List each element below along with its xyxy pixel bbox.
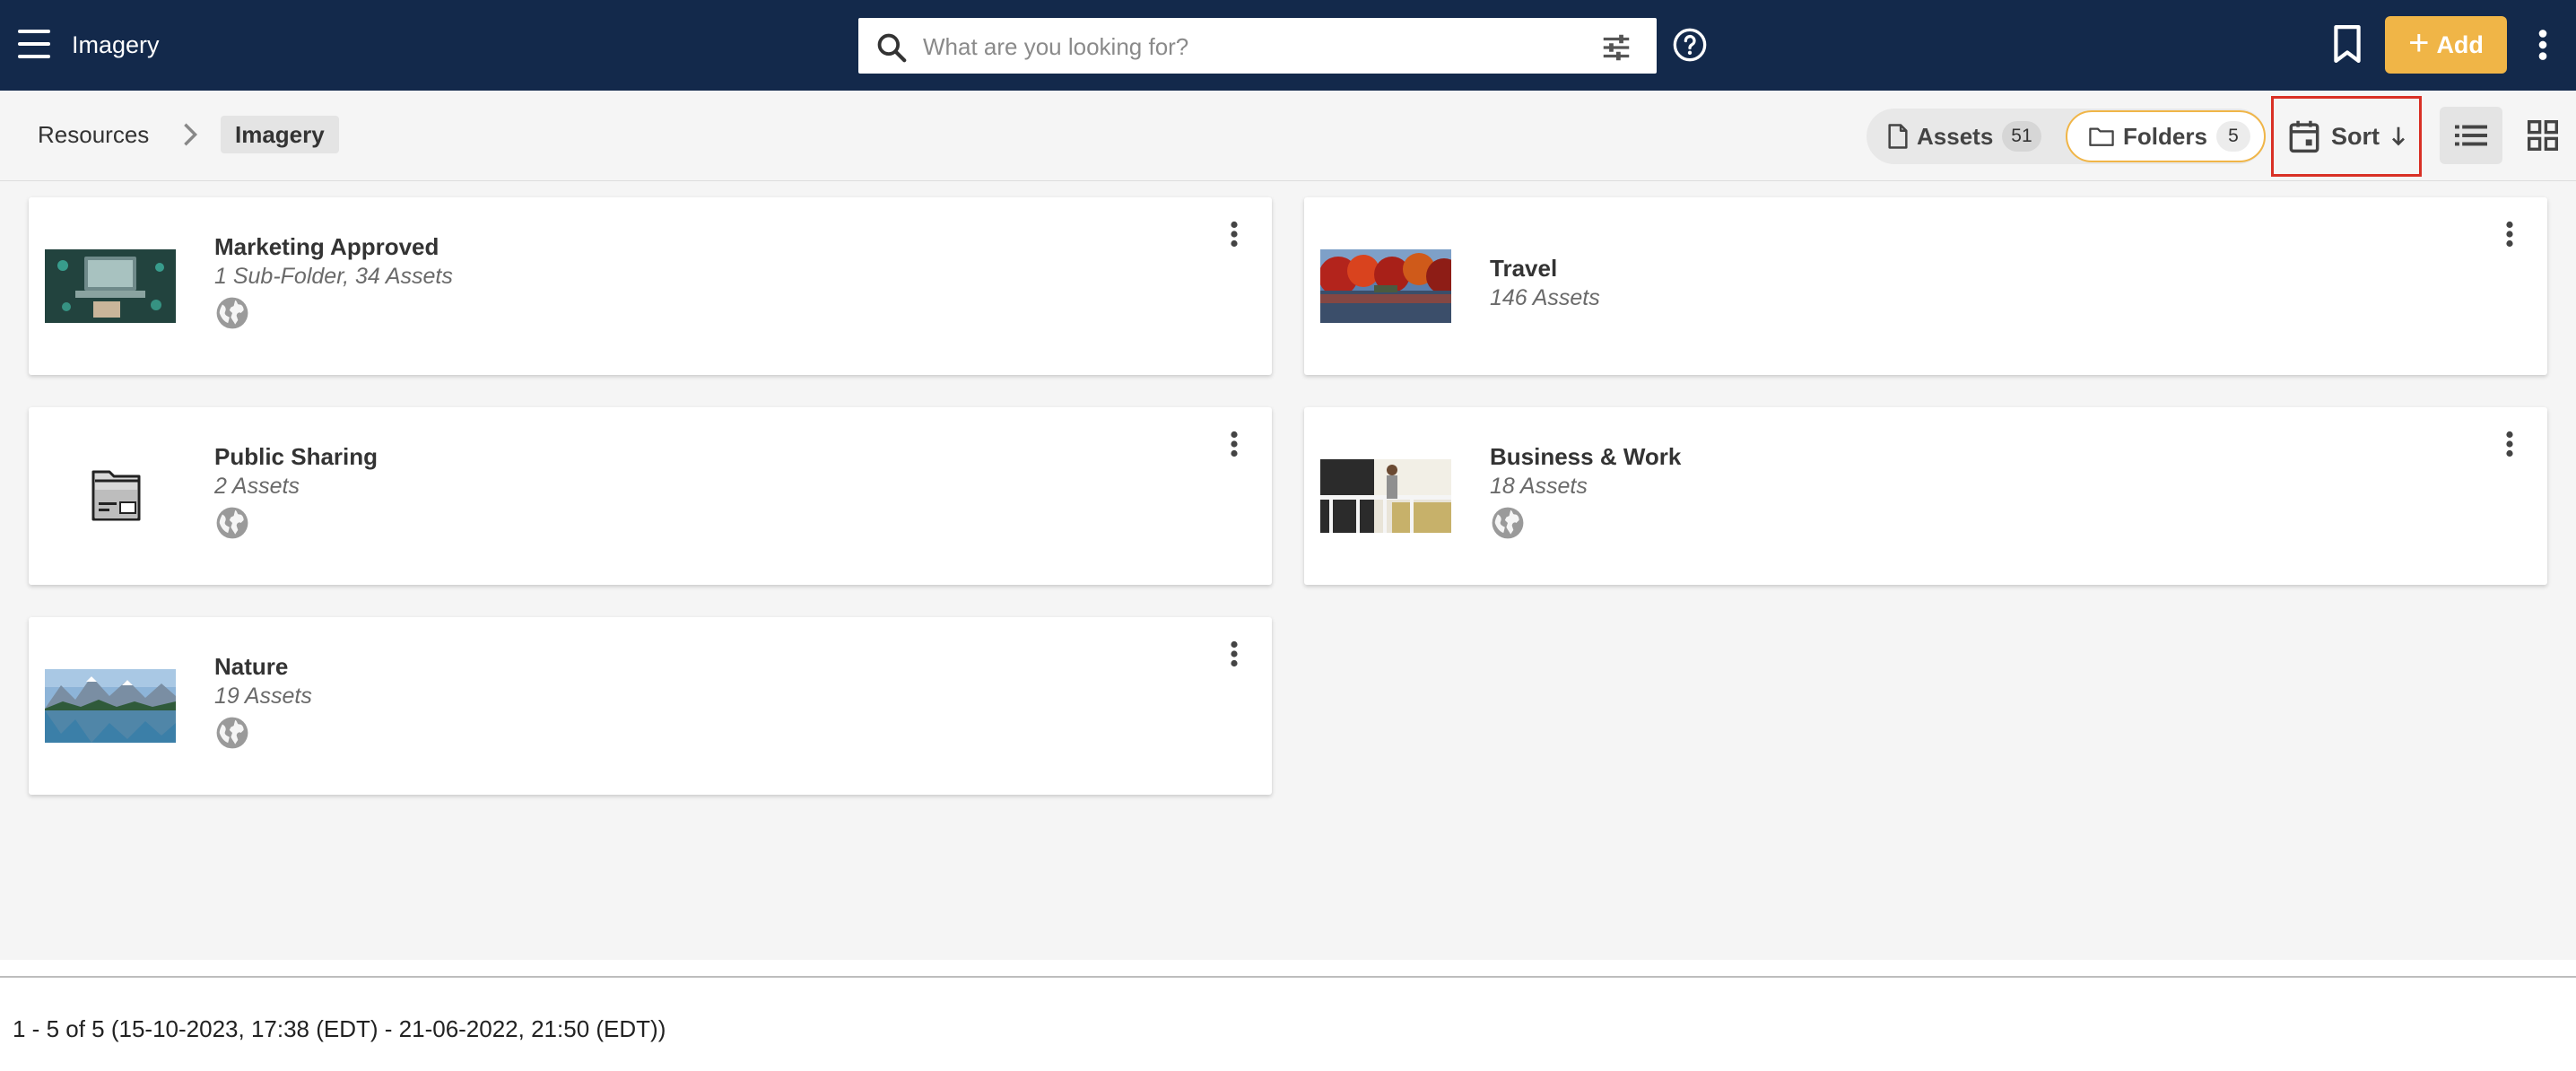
folder-card-marketing-approved[interactable]: Marketing Approved 1 Sub-Folder, 34 Asse… [29,197,1272,375]
assets-folders-toggle: Assets 51 Folders 5 [1867,109,2266,164]
filter-tune-icon[interactable] [1599,30,1633,65]
search-input[interactable] [923,29,1551,65]
folder-meta: 18 Assets [1490,474,1588,499]
folder-name[interactable]: Marketing Approved [214,233,439,261]
footer-divider [0,976,2576,978]
globe-icon [216,717,248,749]
sort-button[interactable]: Sort [2271,96,2422,177]
more-options-icon[interactable] [2504,221,2515,248]
more-options-icon[interactable] [1229,431,1240,457]
sort-label: Sort [2331,122,2380,150]
folder-thumbnail [1320,249,1451,323]
search-bar [857,16,1658,75]
sub-header: Resources Imagery Assets 51 Folders 5 So… [0,91,2576,181]
more-options-icon[interactable] [1229,221,1240,248]
more-options-icon[interactable] [2504,431,2515,457]
list-view-button[interactable] [2440,107,2502,164]
folder-meta: 1 Sub-Folder, 34 Assets [214,264,453,289]
globe-icon [216,297,248,329]
list-view-icon [2455,125,2487,146]
help-icon[interactable] [1672,27,1708,63]
folder-meta: 2 Assets [214,474,300,499]
folder-card-nature[interactable]: Nature 19 Assets [29,617,1272,795]
folder-card-business-work[interactable]: Business & Work 18 Assets [1304,407,2547,585]
folders-count-badge: 5 [2215,121,2250,152]
folder-thumbnail [1320,459,1451,533]
assets-count-badge: 51 [2002,121,2041,152]
folder-card-travel[interactable]: Travel 146 Assets [1304,197,2547,375]
more-options-icon[interactable] [1229,640,1240,667]
top-bar: Imagery + Add [0,0,2576,91]
breadcrumb-resources[interactable]: Resources [38,121,149,149]
folder-name[interactable]: Nature [214,653,288,681]
folder-name[interactable]: Travel [1490,255,1557,283]
hamburger-menu-icon[interactable] [18,30,50,58]
breadcrumb-current: Imagery [221,116,339,153]
folders-toggle-label: Folders [2123,122,2207,150]
folders-toggle-button[interactable]: Folders 5 [2066,110,2266,162]
folder-name[interactable]: Public Sharing [214,443,378,471]
calendar-icon [2289,120,2319,153]
folder-placeholder-icon [91,470,141,521]
folder-card-public-sharing[interactable]: Public Sharing 2 Assets [29,407,1272,585]
add-button-label: Add [2436,30,2484,58]
folder-meta: 146 Assets [1490,285,1600,310]
folder-name[interactable]: Business & Work [1490,443,1681,471]
globe-icon [1492,507,1524,539]
grid-view-button[interactable] [2519,107,2567,164]
add-button[interactable]: + Add [2385,16,2507,74]
app-title: Imagery [72,31,160,58]
bookmark-icon[interactable] [2332,25,2363,63]
search-icon[interactable] [875,30,909,65]
globe-icon [216,507,248,539]
assets-toggle-button[interactable]: Assets 51 [1867,109,2064,164]
more-options-icon[interactable] [2537,29,2549,61]
grid-view-icon [2528,120,2558,151]
chevron-right-icon [184,123,198,146]
folder-thumbnail [45,249,176,323]
file-icon [1888,124,1908,149]
folder-icon [2089,127,2114,146]
plus-icon: + [2408,23,2430,63]
folder-thumbnail [45,669,176,743]
assets-toggle-label: Assets [1917,122,1994,150]
arrow-down-icon [2392,126,2405,146]
pagination-summary: 1 - 5 of 5 (15-10-2023, 17:38 (EDT) - 21… [13,1015,666,1042]
folder-meta: 19 Assets [214,684,312,709]
